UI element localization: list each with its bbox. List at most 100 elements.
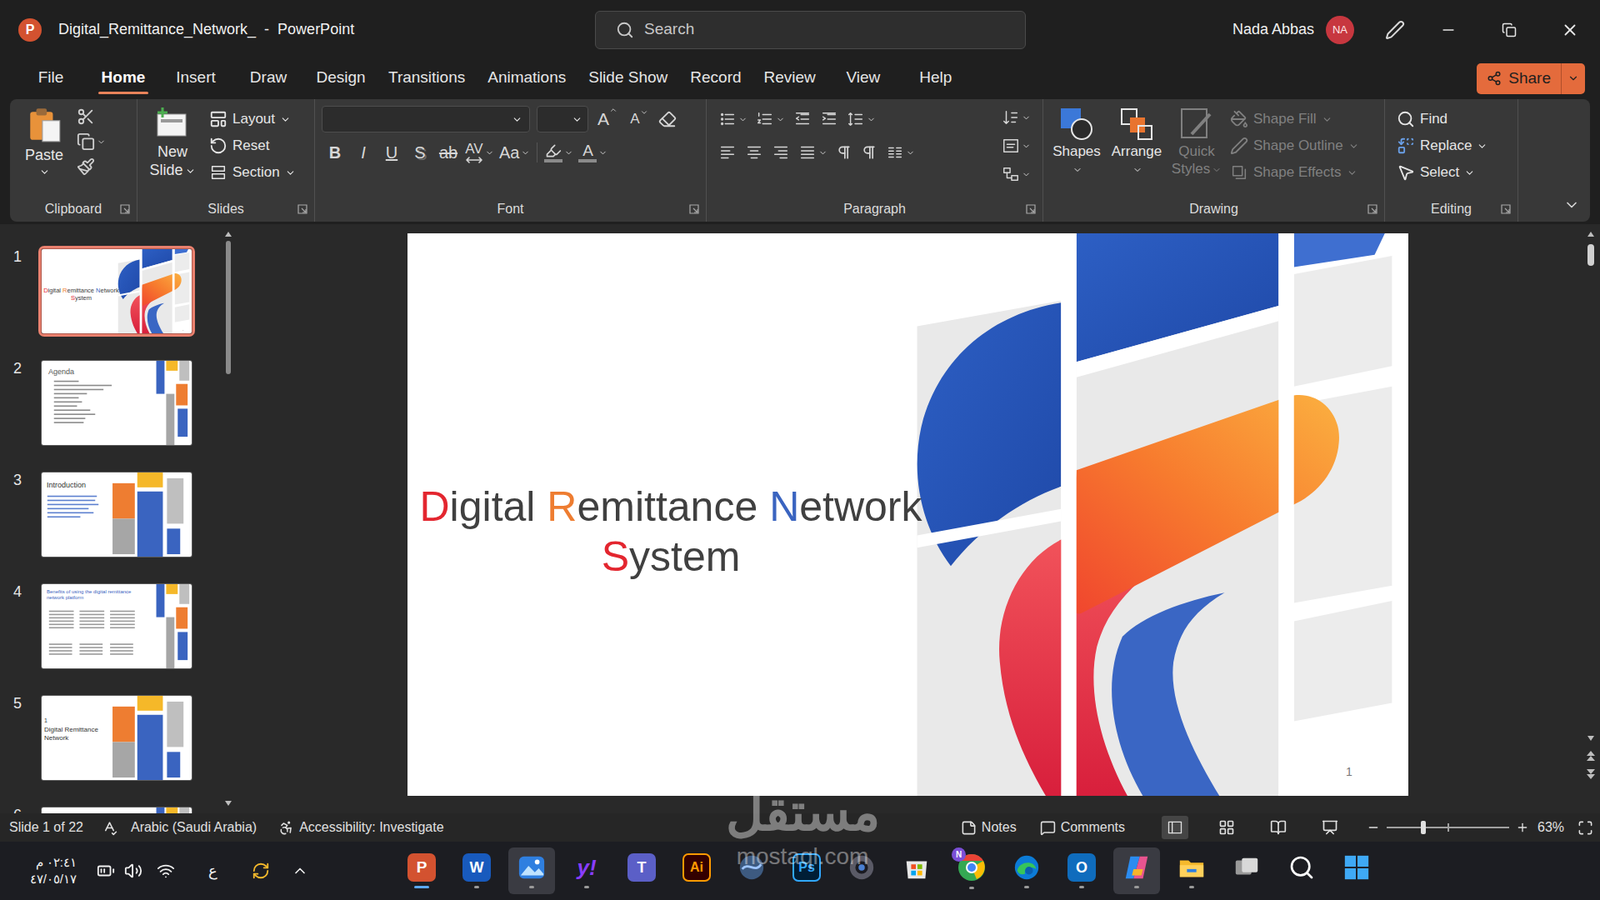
cut-icon[interactable]: [76, 107, 95, 126]
format-painter-icon[interactable]: [76, 157, 95, 176]
paste-button[interactable]: Paste: [16, 105, 72, 178]
taskbar-app[interactable]: Ai: [669, 841, 725, 900]
thumbnail-scrollbar[interactable]: [221, 224, 235, 814]
notes-button[interactable]: Notes: [960, 817, 1017, 838]
menu-tab[interactable]: Transitions: [388, 62, 465, 95]
slide-thumbnail[interactable]: 1Digital Remittance Network: [38, 692, 195, 784]
italic-button[interactable]: I: [350, 139, 377, 166]
taskbar-app[interactable]: [834, 841, 890, 900]
zoom-out-icon[interactable]: [1366, 820, 1380, 835]
view-button[interactable]: [1316, 815, 1344, 840]
collapse-ribbon-icon[interactable]: [1563, 196, 1580, 214]
menu-tab[interactable]: Review: [764, 62, 816, 95]
taskbar-app[interactable]: P: [394, 841, 450, 900]
dialog-launcher-icon[interactable]: [1025, 204, 1036, 215]
character-spacing-button[interactable]: AV: [463, 139, 496, 166]
wifi-icon[interactable]: [156, 861, 175, 880]
right-to-left-icon[interactable]: [860, 144, 878, 161]
scroll-down-icon[interactable]: [1586, 735, 1595, 742]
text-direction-button[interactable]: [1001, 105, 1031, 130]
slide-thumbnail-row[interactable]: 2Agenda: [0, 357, 222, 449]
left-to-right-icon[interactable]: [835, 144, 853, 161]
taskbar-app[interactable]: [1164, 841, 1220, 900]
menu-tab[interactable]: Home: [98, 62, 149, 95]
drawing-big-button[interactable]: Shapes: [1050, 105, 1104, 186]
taskbar-app[interactable]: [724, 841, 780, 900]
slide-thumbnail-row[interactable]: 6: [0, 804, 222, 814]
previous-slide-icon[interactable]: [1585, 750, 1596, 762]
change-case-button[interactable]: Aa: [497, 139, 532, 166]
taskbar-app[interactable]: N: [944, 841, 1000, 900]
underline-button[interactable]: U: [378, 139, 405, 166]
user-avatar[interactable]: NA: [1325, 15, 1355, 45]
strikethrough-button[interactable]: ab: [435, 139, 462, 166]
view-button[interactable]: [1265, 815, 1292, 840]
view-button[interactable]: [1161, 815, 1189, 840]
editing-item[interactable]: Find: [1396, 105, 1488, 133]
dialog-launcher-icon[interactable]: [1367, 204, 1378, 215]
highlight-button[interactable]: [542, 139, 575, 166]
bold-button[interactable]: B: [321, 139, 349, 166]
menu-tab[interactable]: File: [25, 62, 76, 95]
battery-icon[interactable]: [96, 861, 115, 880]
pen-icon[interactable]: [1385, 20, 1405, 40]
slide-thumbnail-row[interactable]: 1Digital Remittance NetworkSystem1: [0, 245, 222, 337]
accessibility-status[interactable]: Accessibility: Investigate: [278, 817, 444, 838]
grow-font-button[interactable]: A: [595, 105, 620, 133]
fit-to-window-icon[interactable]: [1577, 820, 1594, 836]
copy-icon[interactable]: [76, 132, 95, 151]
scroll-up-icon[interactable]: [1586, 230, 1595, 238]
comments-button[interactable]: Comments: [1040, 817, 1125, 838]
numbering-button[interactable]: [755, 110, 785, 129]
zoom-slider[interactable]: [1386, 819, 1510, 836]
taskbar-app[interactable]: [1219, 841, 1275, 900]
search-box[interactable]: Search: [595, 10, 1026, 50]
scroll-up-icon[interactable]: [224, 230, 233, 238]
taskbar-app[interactable]: [1109, 841, 1165, 900]
user-name[interactable]: Nada Abbas: [1232, 18, 1315, 41]
menu-tab[interactable]: Draw: [243, 62, 294, 95]
show-hidden-icons-icon[interactable]: [291, 862, 309, 880]
font-name-field[interactable]: [321, 105, 530, 133]
sync-icon[interactable]: [251, 861, 270, 880]
slide-thumbnail[interactable]: Digital Remittance NetworkSystem1: [38, 245, 195, 337]
taskbar-app[interactable]: O: [1054, 841, 1110, 900]
slide-thumbnail-row[interactable]: 3Introduction: [0, 469, 222, 560]
close-button[interactable]: [1539, 0, 1600, 60]
taskbar-app[interactable]: [889, 841, 945, 900]
font-color-button[interactable]: A: [576, 139, 610, 166]
slide-thumbnail-row[interactable]: 51Digital Remittance Network: [0, 692, 222, 784]
smartart-button[interactable]: [1001, 162, 1031, 186]
taskbar-app[interactable]: y!: [559, 841, 615, 900]
dialog-launcher-icon[interactable]: [689, 204, 700, 215]
clock[interactable]: ٠٢:٤١ م٤٧/٠٥/١٧: [0, 854, 92, 888]
editing-item[interactable]: Select: [1396, 159, 1488, 186]
taskbar-app[interactable]: [504, 841, 560, 900]
editing-item[interactable]: Replace: [1396, 132, 1488, 160]
menu-tab[interactable]: Animations: [487, 62, 566, 95]
justify-button[interactable]: [798, 143, 828, 162]
slides-item[interactable]: Section: [209, 159, 296, 186]
scroll-down-icon[interactable]: [224, 800, 233, 807]
taskbar-app[interactable]: [1274, 841, 1330, 900]
slide-title[interactable]: Digital Remittance NetworkSystem: [41, 286, 121, 302]
new-slide-button[interactable]: New Slide: [144, 105, 201, 186]
next-slide-icon[interactable]: [1585, 768, 1596, 780]
slides-item[interactable]: Layout: [209, 105, 296, 133]
font-size-field[interactable]: [536, 105, 589, 133]
line-spacing-button[interactable]: [846, 110, 876, 129]
taskbar-app[interactable]: W: [449, 841, 505, 900]
drawing-big-button[interactable]: Arrange: [1110, 105, 1164, 186]
menu-tab[interactable]: Help: [910, 62, 961, 95]
clear-formatting-icon[interactable]: [658, 110, 677, 129]
zoom-thumb[interactable]: [1420, 820, 1426, 835]
dialog-launcher-icon[interactable]: [297, 204, 308, 215]
shrink-font-button[interactable]: A: [626, 108, 652, 130]
slide-title[interactable]: Digital Remittance NetworkSystem: [407, 481, 935, 582]
share-button[interactable]: Share: [1476, 63, 1585, 95]
zoom-in-icon[interactable]: [1515, 820, 1530, 835]
slide-thumbnail[interactable]: Introduction: [38, 469, 195, 560]
slide-canvas[interactable]: Digital Remittance NetworkSystem1: [407, 233, 1409, 796]
menu-tab[interactable]: Slide Show: [588, 62, 668, 95]
slides-item[interactable]: Reset: [209, 132, 296, 160]
